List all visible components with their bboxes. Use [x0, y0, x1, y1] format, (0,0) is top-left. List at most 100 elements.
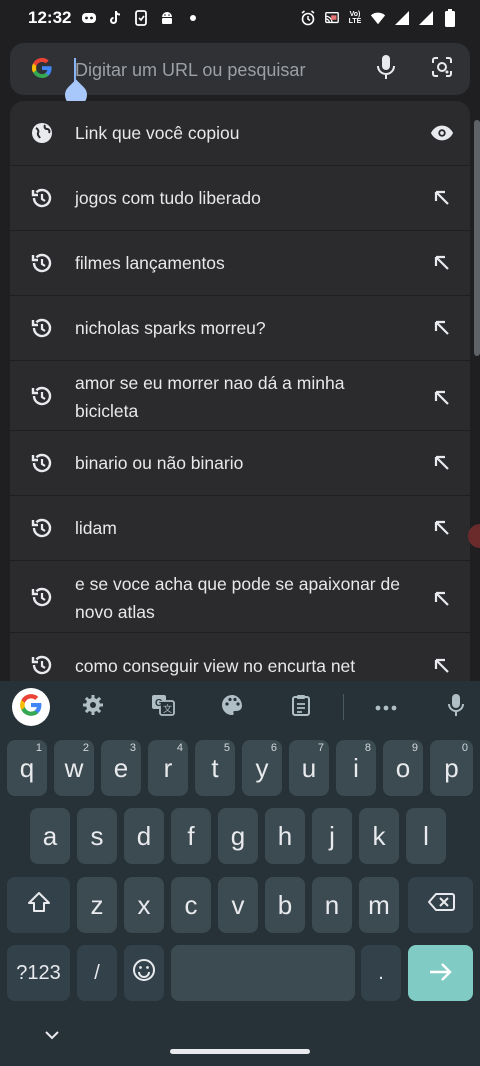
key-label: s: [90, 820, 104, 851]
key-w[interactable]: w2: [54, 740, 94, 796]
battery-icon: [442, 9, 458, 27]
signal-2-icon: [418, 10, 434, 26]
theme-button[interactable]: [218, 693, 246, 721]
backspace-key[interactable]: [408, 877, 473, 933]
key-label: g: [230, 820, 246, 851]
key-i[interactable]: i8: [336, 740, 376, 796]
key-v[interactable]: v: [218, 877, 258, 933]
suggestion-history-item[interactable]: jogos com tudo liberado: [10, 166, 470, 231]
key-label: x: [137, 889, 151, 920]
clipboard-button[interactable]: [287, 693, 315, 721]
keyboard: G文 q1 w2 e3 r4 t5 y6 u7 i8 o 9 p 0 a s d…: [0, 681, 480, 1012]
space-key[interactable]: [171, 945, 355, 1001]
shift-icon: [27, 891, 51, 919]
suggestion-history-item[interactable]: amor se eu morrer nao dá a minha bicicle…: [10, 361, 470, 431]
period-key[interactable]: .: [361, 945, 401, 1001]
status-bar: 12:32 Vo) LTE: [0, 0, 480, 36]
key-label: z: [90, 889, 104, 920]
key-u[interactable]: u7: [289, 740, 329, 796]
key-g[interactable]: g: [218, 808, 258, 864]
microphone-icon: [375, 54, 397, 85]
voice-search-button[interactable]: [372, 54, 400, 85]
suggestion-history-item[interactable]: binario ou não binario: [10, 431, 470, 496]
key-q[interactable]: q1: [7, 740, 47, 796]
key-m[interactable]: m: [359, 877, 399, 933]
suggestion-history-item[interactable]: nicholas sparks morreu?: [10, 296, 470, 361]
key-e[interactable]: e3: [101, 740, 141, 796]
key-o[interactable]: o9: [383, 740, 423, 796]
url-search-input[interactable]: [75, 57, 365, 83]
key-a[interactable]: a: [30, 808, 70, 864]
arrow-up-left-icon[interactable]: [430, 654, 454, 678]
key-n[interactable]: n: [312, 877, 352, 933]
translate-button[interactable]: G文: [149, 693, 177, 721]
cast-icon: [324, 10, 340, 26]
key-label: r: [163, 752, 173, 783]
scrollbar-thumb[interactable]: [474, 120, 480, 356]
key-label: n: [324, 889, 340, 920]
arrow-up-left-icon[interactable]: [430, 186, 454, 210]
key-d[interactable]: d: [124, 808, 164, 864]
translate-icon: G文: [151, 694, 175, 721]
suggestion-text: filmes lançamentos: [75, 253, 225, 273]
google-search-key[interactable]: [12, 688, 50, 726]
suggestion-history-item[interactable]: lidam: [10, 496, 470, 561]
enter-key[interactable]: [408, 945, 473, 1001]
clipboard-icon: [291, 694, 311, 721]
navigation-bar: [0, 1012, 480, 1066]
key-t[interactable]: t5: [195, 740, 235, 796]
suggestion-history-item[interactable]: filmes lançamentos: [10, 231, 470, 296]
shift-key[interactable]: [7, 877, 70, 933]
emoji-key[interactable]: [124, 945, 164, 1001]
key-y[interactable]: y6: [242, 740, 282, 796]
phone-icon: [133, 10, 149, 26]
home-gesture-bar[interactable]: [170, 1049, 310, 1054]
arrow-up-left-icon[interactable]: [430, 316, 454, 340]
volte-label: Vo) LTE: [348, 11, 362, 25]
arrow-up-left-icon[interactable]: [430, 451, 454, 475]
key-hint: 1: [35, 742, 42, 754]
key-c[interactable]: c: [171, 877, 211, 933]
symbols-key[interactable]: ?123: [7, 945, 70, 1001]
suggestion-history-item[interactable]: e se voce acha que pode se apaixonar de …: [10, 561, 470, 633]
slash-key[interactable]: /: [77, 945, 117, 1001]
arrow-up-left-icon[interactable]: [430, 386, 454, 410]
keyboard-voice-button[interactable]: [442, 693, 470, 721]
arrow-up-left-icon[interactable]: [430, 251, 454, 275]
suggestion-history-item[interactable]: como conseguir view no encurta net: [10, 633, 470, 681]
discord-icon: [81, 10, 97, 26]
eye-icon[interactable]: [430, 121, 454, 145]
svg-text:文: 文: [163, 703, 172, 714]
key-j[interactable]: j: [312, 808, 352, 864]
google-logo-icon: [18, 692, 44, 723]
hide-keyboard-button[interactable]: [42, 1026, 62, 1046]
arrow-up-left-icon[interactable]: [430, 587, 454, 611]
gear-icon: [82, 694, 104, 721]
suggestion-list: Link que você copiou jogos com tudo libe…: [10, 101, 470, 681]
arrow-up-left-icon[interactable]: [430, 516, 454, 540]
history-icon: [30, 451, 54, 475]
key-s[interactable]: s: [77, 808, 117, 864]
suggestion-text: e se voce acha que pode se apaixonar de …: [75, 574, 400, 622]
more-options-button[interactable]: [372, 693, 400, 721]
suggestion-clipboard-link[interactable]: Link que você copiou: [10, 101, 470, 166]
key-z[interactable]: z: [77, 877, 117, 933]
key-k[interactable]: k: [359, 808, 399, 864]
key-p[interactable]: p0: [430, 740, 473, 796]
suggestion-text: jogos com tudo liberado: [75, 188, 261, 208]
settings-button[interactable]: [79, 693, 107, 721]
key-l[interactable]: l: [406, 808, 446, 864]
key-h[interactable]: h: [265, 808, 305, 864]
key-label: w: [64, 752, 84, 783]
globe-icon: [30, 121, 54, 145]
key-b[interactable]: b: [265, 877, 305, 933]
key-label: b: [277, 889, 293, 920]
history-icon: [30, 384, 54, 408]
key-f[interactable]: f: [171, 808, 211, 864]
key-r[interactable]: r4: [148, 740, 188, 796]
suggestion-text: nicholas sparks morreu?: [75, 318, 266, 338]
key-label: o: [395, 752, 411, 783]
history-icon: [30, 516, 54, 540]
lens-button[interactable]: [428, 55, 456, 83]
key-x[interactable]: x: [124, 877, 164, 933]
